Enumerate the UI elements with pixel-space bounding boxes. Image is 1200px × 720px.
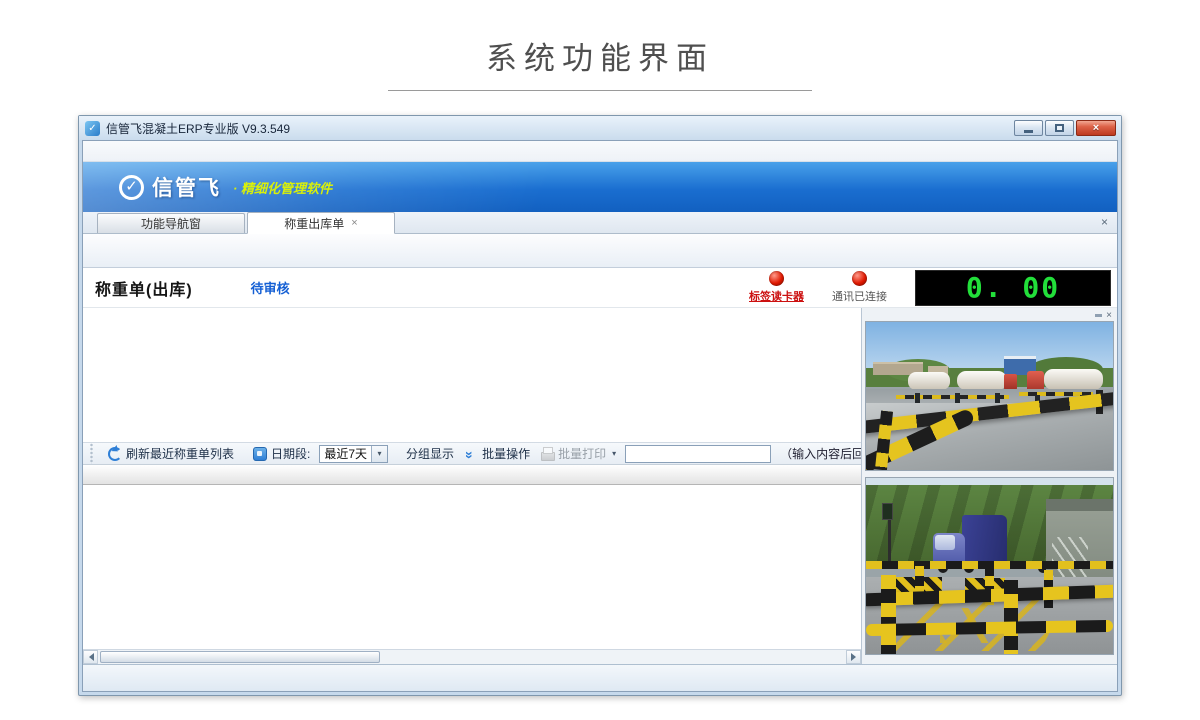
group-display-button[interactable]: 分组显示 [406, 445, 454, 462]
list-toolbar: 刷新最近称重单列表 日期段: 最近7天 ▾ 分组显示 [83, 442, 861, 465]
batch-operations-button[interactable]: 批量操作 [463, 445, 530, 462]
dropdown-caret-icon: ▾ [612, 449, 616, 458]
weighing-table-body [83, 485, 861, 649]
content-row: 刷新最近称重单列表 日期段: 最近7天 ▾ 分组显示 [83, 308, 1117, 664]
page-title: 系统功能界面 [0, 33, 1200, 78]
print-icon [539, 446, 554, 461]
app-window: 信管飞混凝土ERP专业版 V9.3.549 × 信管飞 · 精细化管理软件 功能… [78, 115, 1122, 696]
close-button[interactable]: × [1076, 120, 1116, 136]
search-input[interactable] [625, 445, 771, 463]
refresh-list-button[interactable]: 刷新最近称重单列表 [107, 445, 234, 462]
date-label-text: 日期段: [271, 445, 310, 462]
tab-close-icon[interactable]: × [351, 217, 357, 229]
weighing-table-header [83, 465, 861, 485]
drag-handle[interactable] [90, 443, 94, 465]
minimize-icon [1024, 130, 1033, 133]
status-bar [83, 664, 1117, 691]
comm-indicator: 通讯已连接 [832, 271, 887, 304]
app-logo-icon [85, 121, 100, 136]
camera-panel: × [861, 308, 1117, 664]
refresh-label: 刷新最近称重单列表 [126, 445, 234, 462]
menu-bar [83, 141, 1117, 162]
brand: 信管飞 · 精细化管理软件 [119, 172, 332, 202]
tab-strip: 功能导航窗 称重出库单 × × [83, 212, 1117, 234]
reader-led-icon [769, 271, 784, 286]
calendar-icon [252, 446, 267, 461]
document-header: 称重单(出库) 待审核 标签读卡器 通讯已连接 0. 00 [83, 268, 1117, 308]
batch-icon [463, 446, 478, 461]
comm-label: 通讯已连接 [832, 288, 887, 304]
group-display-label: 分组显示 [406, 445, 454, 462]
scroll-right-icon[interactable] [846, 650, 861, 664]
main-toolbar [83, 234, 1117, 268]
tabstrip-close-icon[interactable]: × [1101, 216, 1108, 228]
batch-print-label: 批量打印 [558, 445, 606, 462]
scale-weight-display: 0. 00 [915, 270, 1111, 306]
batch-print-button[interactable]: 批量打印 ▾ [539, 445, 616, 462]
collapse-icon[interactable] [1095, 314, 1102, 317]
window-body: 信管飞 · 精细化管理软件 功能导航窗 称重出库单 × × 称重单(出库) 待审… [82, 140, 1118, 692]
app-banner: 信管飞 · 精细化管理软件 [83, 162, 1117, 212]
minimize-button[interactable] [1014, 120, 1043, 136]
horizontal-scrollbar[interactable] [83, 649, 861, 664]
camera-close-icon[interactable]: × [1106, 311, 1112, 320]
comm-led-icon [852, 271, 867, 286]
triangle-right-icon [851, 653, 860, 661]
reader-label[interactable]: 标签读卡器 [749, 288, 804, 304]
scrollbar-thumb[interactable] [100, 651, 380, 663]
camera-feed-top [865, 321, 1114, 471]
window-title: 信管飞混凝土ERP专业版 V9.3.549 [106, 120, 290, 137]
window-controls: × [1014, 120, 1116, 136]
tab-weighing-outbound[interactable]: 称重出库单 × [247, 212, 395, 234]
triangle-left-icon [85, 653, 94, 661]
audit-status-badge: 待审核 [251, 278, 290, 297]
maximize-icon [1055, 124, 1064, 132]
refresh-icon [107, 446, 122, 461]
scroll-left-icon[interactable] [83, 650, 98, 664]
tab-label: 功能导航窗 [141, 215, 201, 232]
chevron-down-icon[interactable]: ▾ [371, 446, 387, 462]
title-divider [388, 90, 812, 91]
document-title: 称重单(出库) [95, 276, 193, 300]
tab-function-nav[interactable]: 功能导航窗 [97, 213, 245, 233]
tab-label: 称重出库单 [284, 215, 344, 232]
date-range-value: 最近7天 [320, 445, 371, 462]
camera-panel-header: × [865, 310, 1114, 321]
camera-feed-bottom [865, 477, 1114, 655]
search-hint: （输入内容后回车即可检索） [780, 445, 861, 462]
maximize-button[interactable] [1045, 120, 1074, 136]
reader-indicator: 标签读卡器 [749, 271, 804, 304]
weighing-form [83, 308, 861, 442]
date-range-label: 日期段: [252, 445, 310, 462]
batch-operations-label: 批量操作 [482, 445, 530, 462]
window-titlebar[interactable]: 信管飞混凝土ERP专业版 V9.3.549 × [79, 116, 1121, 140]
brand-name: 信管飞 [152, 172, 221, 202]
brand-tagline: · 精细化管理软件 [233, 178, 332, 197]
date-range-select[interactable]: 最近7天 ▾ [319, 445, 388, 463]
close-icon: × [1093, 123, 1099, 134]
left-pane: 刷新最近称重单列表 日期段: 最近7天 ▾ 分组显示 [83, 308, 861, 664]
brand-logo-icon [119, 175, 144, 200]
